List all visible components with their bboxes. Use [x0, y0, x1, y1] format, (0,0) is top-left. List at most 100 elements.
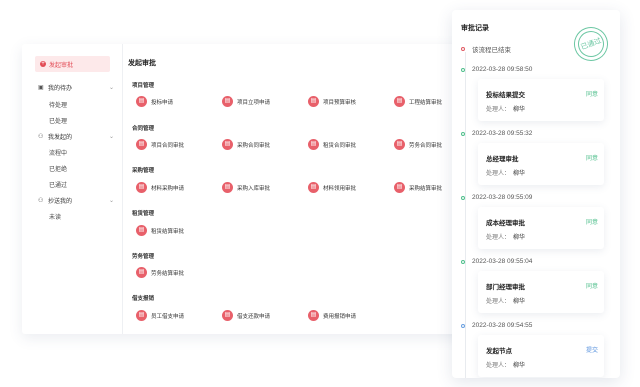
nav-group-cc[interactable]: ⚇ 抄送我的 ⌄ — [38, 196, 114, 206]
timeline-card[interactable]: 部门经理审批 同意 处理人： 柳华 — [478, 271, 604, 313]
timeline-time: 2022-03-28 09:55:32 — [461, 130, 532, 137]
time-label: 2022-03-28 09:55:04 — [472, 258, 533, 265]
timeline-card[interactable]: 发起节点 提交 处理人： 柳华 — [478, 335, 604, 377]
node-status: 同意 — [585, 156, 598, 162]
money-icon: ▤ — [136, 310, 147, 321]
timeline-card[interactable]: 总经理审批 同意 处理人： 柳华 — [478, 143, 604, 185]
node-name: 成本经理审批 — [486, 220, 525, 227]
nav-group-label: 抄送我的 — [48, 199, 73, 205]
approval-item[interactable]: ▤ 租赁合同审批 — [308, 139, 356, 150]
money-icon: ▤ — [308, 310, 319, 321]
node-status: 同意 — [585, 92, 598, 98]
cart-icon: ▤ — [136, 182, 147, 193]
timeline-card[interactable]: 投标结果提交 同意 处理人： 柳华 — [478, 79, 604, 121]
start-approval-label: 发起审批 — [49, 62, 74, 69]
lease-icon: ▤ — [136, 225, 147, 236]
node-name: 部门经理审批 — [486, 284, 525, 291]
item-label: 材料领用审批 — [323, 185, 357, 192]
timeline-card[interactable]: 成本经理审批 同意 处理人： 柳华 — [478, 207, 604, 249]
record-title: 审批记录 — [461, 25, 489, 32]
approval-item[interactable]: ▤ 借支还款申请 — [222, 310, 270, 321]
document-icon: ▤ — [308, 96, 319, 107]
nav-item-in-progress[interactable]: 流程中 — [49, 148, 67, 157]
cc-icon: ⚇ — [38, 197, 44, 204]
timeline-time: 2022-03-28 09:55:04 — [461, 258, 532, 265]
approval-item[interactable]: ▤ 工程结算审批 — [394, 96, 442, 107]
handler-name: 柳华 — [513, 235, 526, 241]
item-label: 项目合同审批 — [151, 142, 185, 149]
item-label: 项目立项申请 — [237, 99, 271, 106]
nav-item-approved[interactable]: 已通过 — [49, 180, 67, 189]
approval-item[interactable]: ▤ 项目立项申请 — [222, 96, 270, 107]
approval-item[interactable]: ▤ 费用报销申请 — [308, 310, 356, 321]
nav-group-initiated[interactable]: ⚇ 我发起的 ⌄ — [38, 132, 114, 142]
item-label: 租赁合同审批 — [323, 142, 357, 149]
approval-item[interactable]: ▤ 采购结算审批 — [394, 182, 442, 193]
item-label: 材料采购申请 — [151, 185, 185, 192]
item-label: 劳务结算审批 — [151, 270, 185, 277]
approval-item[interactable]: ▤ 劳务合同审批 — [394, 139, 442, 150]
contract-icon: ▤ — [394, 139, 405, 150]
approval-item[interactable]: ▤ 项目合同审批 — [136, 139, 184, 150]
document-icon: ▤ — [222, 96, 233, 107]
approval-item[interactable]: ▤ 材料采购申请 — [136, 182, 184, 193]
user-send-icon: ⚇ — [38, 133, 44, 140]
sidebar: + 发起审批 ▣ 我的待办 ⌄ 待处理 已处理 ⚇ 我发起的 ⌄ 流程中 已拒绝… — [22, 44, 123, 334]
approval-record-panel: 审批记录 已通过 该流程已结束 2022-03-28 09:58:50 投标结果… — [452, 10, 620, 378]
approval-item[interactable]: ▤ 采购合同审批 — [222, 139, 270, 150]
nav-item-pending[interactable]: 待处理 — [49, 100, 67, 109]
approval-item[interactable]: ▤ 项目预算审核 — [308, 96, 356, 107]
handler-row: 处理人： 柳华 — [486, 360, 525, 369]
time-label: 2022-03-28 09:58:50 — [472, 66, 533, 73]
nav-item-unread[interactable]: 未读 — [49, 212, 61, 221]
node-name: 投标结果提交 — [486, 92, 525, 99]
labor-icon: ▤ — [136, 267, 147, 278]
nav-group-label: 我发起的 — [48, 135, 73, 141]
handler-row: 处理人： 柳华 — [486, 232, 525, 241]
approval-item[interactable]: ▤ 材料领用审批 — [308, 182, 356, 193]
content-area: 发起审批 项目管理 ▤ 投标申请 ▤ 项目立项申请 ▤ 项目预算审核 ▤ 工程结算审批 … — [128, 44, 500, 334]
nav-item-rejected[interactable]: 已拒绝 — [49, 164, 67, 173]
approval-item[interactable]: ▤ 投标申请 — [136, 96, 173, 107]
timeline-line — [465, 52, 466, 378]
cart-icon: ▤ — [222, 182, 233, 193]
nav-item-processed[interactable]: 已处理 — [49, 116, 67, 125]
handler-name: 柳华 — [513, 107, 526, 113]
handler-name: 柳华 — [513, 363, 526, 369]
section-title: 采购管理 — [132, 168, 155, 174]
end-dot-icon — [461, 47, 465, 51]
node-dot-icon — [461, 195, 465, 200]
end-label: 该流程已结束 — [472, 47, 511, 54]
node-dot-icon — [461, 259, 465, 264]
handler-label: 处理人： — [486, 235, 511, 241]
section-title: 项目管理 — [132, 83, 155, 89]
section-title: 租赁管理 — [132, 211, 155, 217]
approval-item[interactable]: ▤ 采购入库审批 — [222, 182, 270, 193]
timeline-time: 2022-03-28 09:58:50 — [461, 66, 532, 73]
item-label: 项目预算审核 — [323, 99, 357, 106]
item-label: 费用报销申请 — [323, 313, 357, 320]
approval-item[interactable]: ▤ 劳务结算审批 — [136, 267, 184, 278]
document-icon: ▤ — [136, 96, 147, 107]
plus-icon: + — [40, 61, 46, 67]
contract-icon: ▤ — [136, 139, 147, 150]
nav-group-label: 我的待办 — [48, 86, 73, 92]
document-icon: ▤ — [394, 96, 405, 107]
node-dot-icon — [461, 131, 465, 136]
time-label: 2022-03-28 09:54:55 — [472, 322, 533, 329]
approval-item[interactable]: ▤ 租赁结算审批 — [136, 225, 184, 236]
chevron-down-icon: ⌄ — [108, 85, 114, 91]
item-label: 劳务合同审批 — [409, 142, 443, 149]
cart-icon: ▤ — [394, 182, 405, 193]
node-dot-icon — [461, 323, 465, 328]
approval-item[interactable]: ▤ 员工借支申请 — [136, 310, 184, 321]
timeline-time: 2022-03-28 09:55:09 — [461, 194, 532, 201]
inbox-icon: ▣ — [38, 84, 44, 91]
approval-panel: + 发起审批 ▣ 我的待办 ⌄ 待处理 已处理 ⚇ 我发起的 ⌄ 流程中 已拒绝… — [22, 44, 500, 334]
process-ended: 该流程已结束 — [461, 44, 511, 54]
start-approval-button[interactable]: + 发起审批 — [35, 56, 110, 72]
nav-group-todo[interactable]: ▣ 我的待办 ⌄ — [38, 83, 114, 93]
item-label: 采购合同审批 — [237, 142, 271, 149]
time-label: 2022-03-28 09:55:09 — [472, 194, 533, 201]
item-label: 员工借支申请 — [151, 313, 185, 320]
